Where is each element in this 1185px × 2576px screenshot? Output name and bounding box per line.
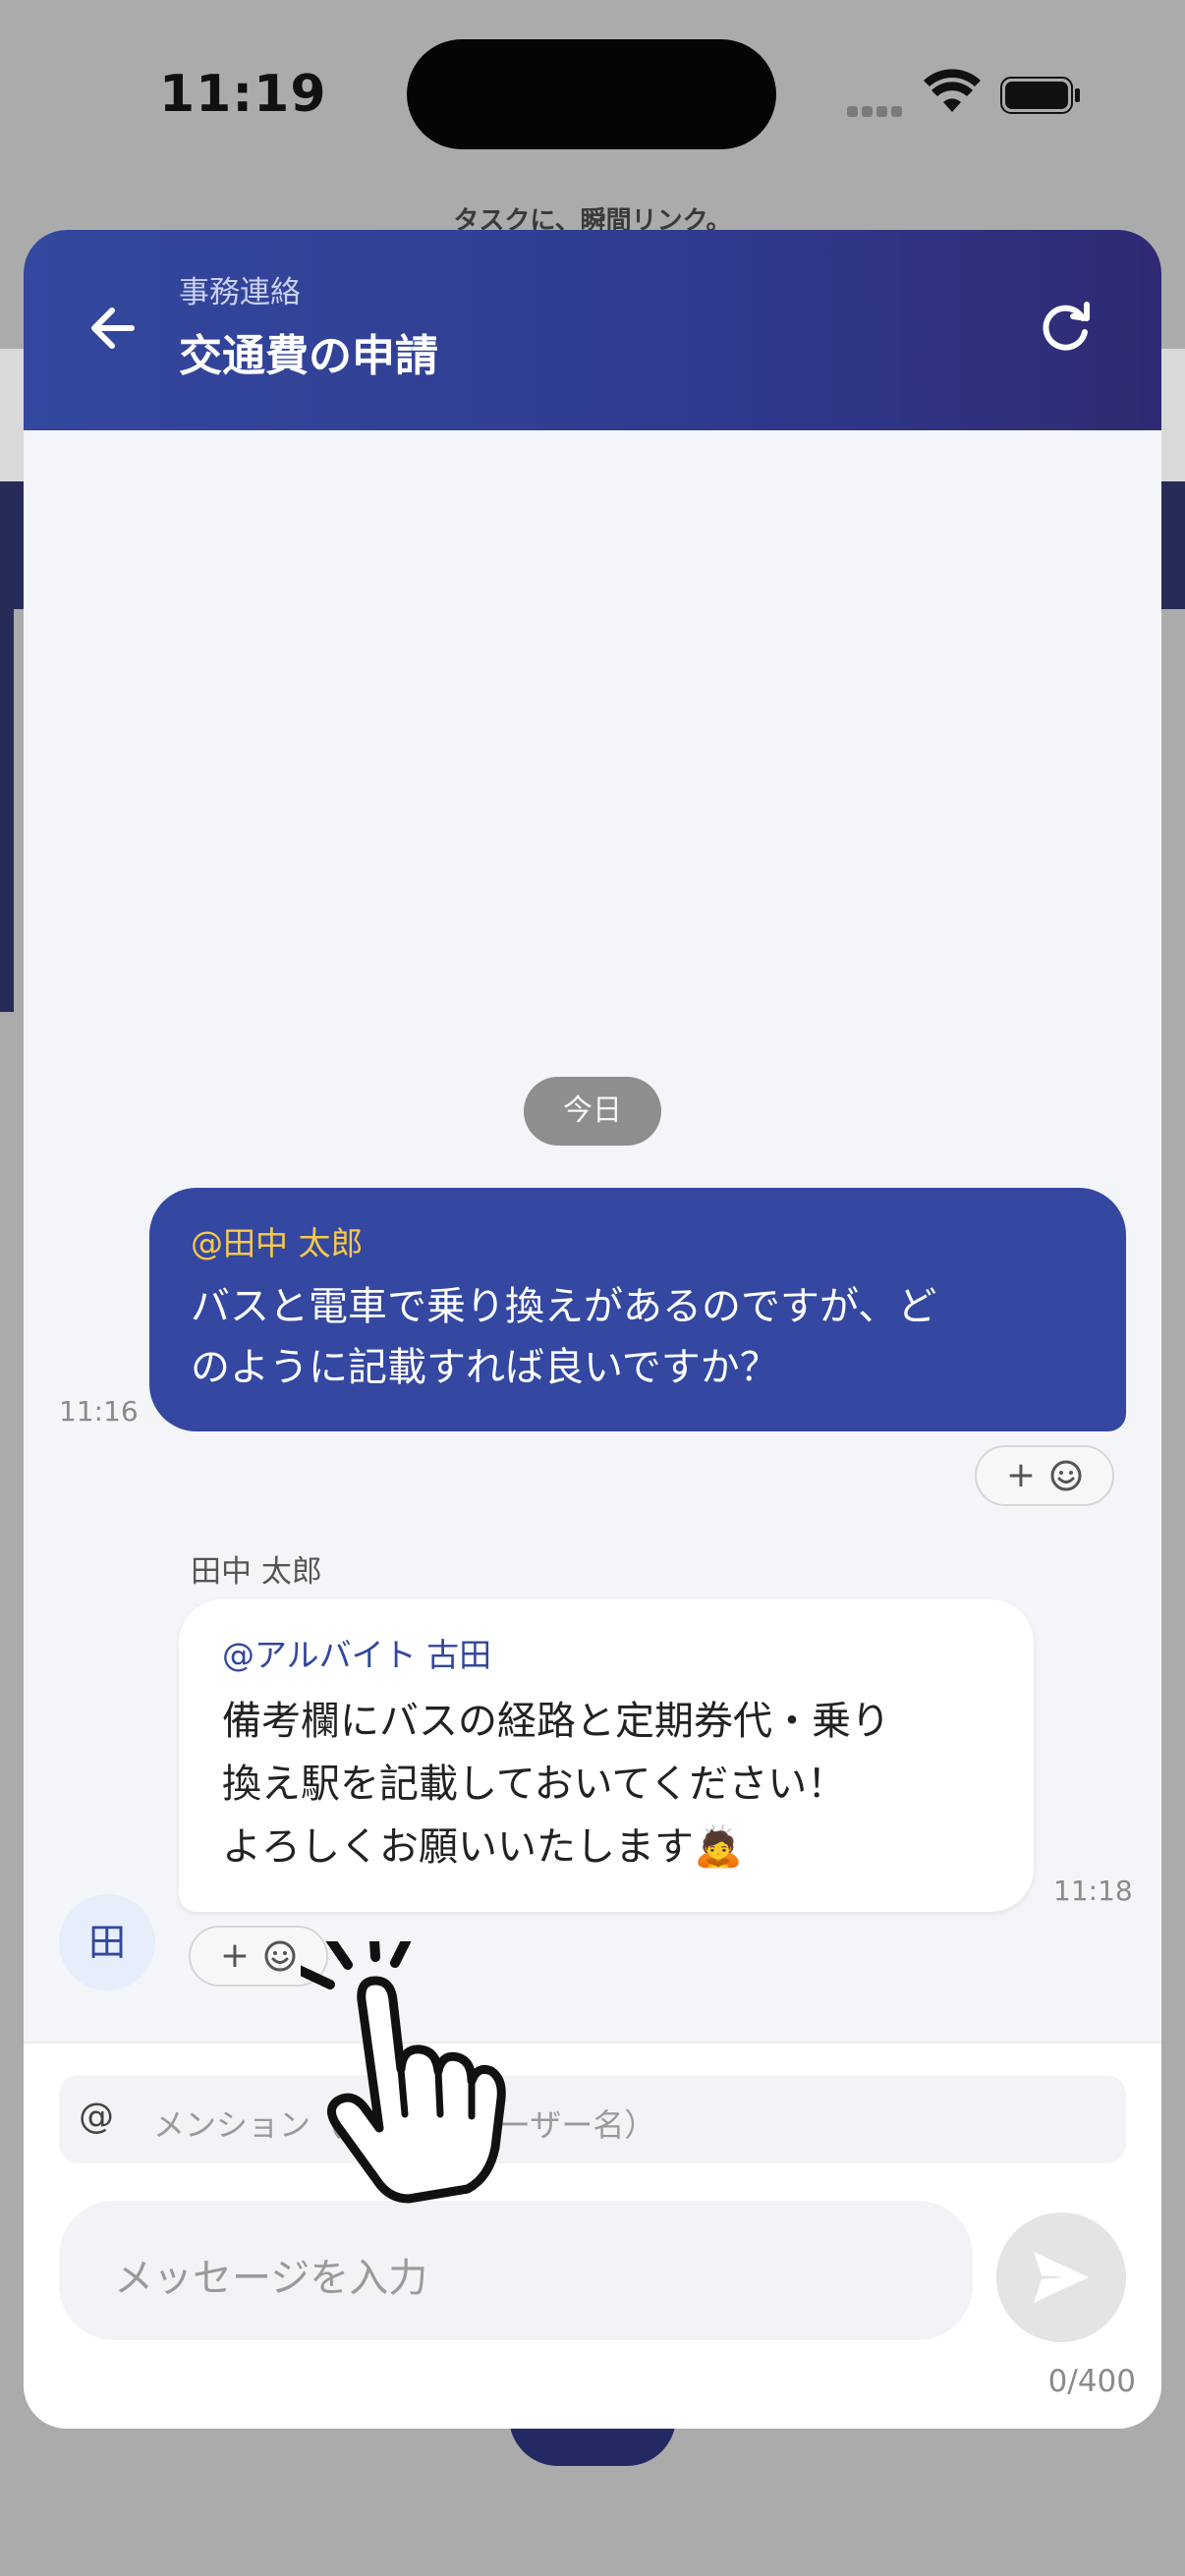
send-icon [1034,2252,1089,2303]
battery-icon [1000,77,1080,114]
mention-input[interactable]: @ メンション（送りたいユーザー名） [59,2075,1126,2163]
message-mention[interactable]: @アルバイト 古田 [222,1629,994,1676]
incoming-message-bubble[interactable]: @アルバイト 古田 備考欄にバスの経路と定期券代・乗り 換え駅を記載しておいてく… [179,1599,1034,1912]
at-icon: @ [79,2097,114,2137]
avatar[interactable]: 田 [59,1894,155,1990]
add-reaction-button[interactable]: + [975,1445,1114,1506]
send-button[interactable] [996,2212,1126,2342]
message-text: バスと電車で乗り換えがあるのですが、ど のように記載すれば良いですか？ [191,1284,937,1390]
channel-category: 事務連絡 [179,275,301,310]
dynamic-island [407,39,776,149]
message-time: 11:18 [1053,1875,1133,1907]
sender-name: 田中 太郎 [191,1554,322,1590]
message-input[interactable]: メッセージを入力 [59,2201,973,2340]
refresh-icon[interactable] [1026,289,1104,367]
message-text: 備考欄にバスの経路と定期券代・乗り 換え駅を記載しておいてください！ よろしくお… [222,1699,890,1870]
status-time: 11:19 [159,65,327,124]
message-time: 11:16 [59,1395,139,1428]
chat-modal: 事務連絡 交通費の申請 今日 11:16 @田中 太郎 バスと電車で乗り換えがあ… [24,230,1161,2429]
wifi-icon [924,69,981,112]
message-composer: @ メンション（送りたいユーザー名） メッセージを入力 0/400 [24,2042,1161,2429]
message-mention[interactable]: @田中 太郎 [191,1217,1087,1264]
pointing-hand-icon [301,1941,506,2204]
date-divider: 今日 [524,1077,661,1146]
outgoing-message-bubble[interactable]: @田中 太郎 バスと電車で乗り換えがあるのですが、ど のように記載すれば良いです… [149,1188,1126,1431]
plus-icon: + [1005,1455,1037,1495]
background-side [0,609,14,1012]
status-bar: 11:19 [0,0,1185,196]
plus-icon: + [219,1935,251,1976]
chat-header: 事務連絡 交通費の申請 [24,230,1161,430]
chat-title: 交通費の申請 [179,331,438,381]
character-count: 0/400 [1047,2364,1136,2399]
cellular-signal-icon [847,102,906,121]
message-placeholder: メッセージを入力 [114,2256,428,2301]
smiley-icon [264,1940,296,1972]
smiley-icon [1050,1460,1082,1491]
back-arrow-icon[interactable] [75,289,153,367]
